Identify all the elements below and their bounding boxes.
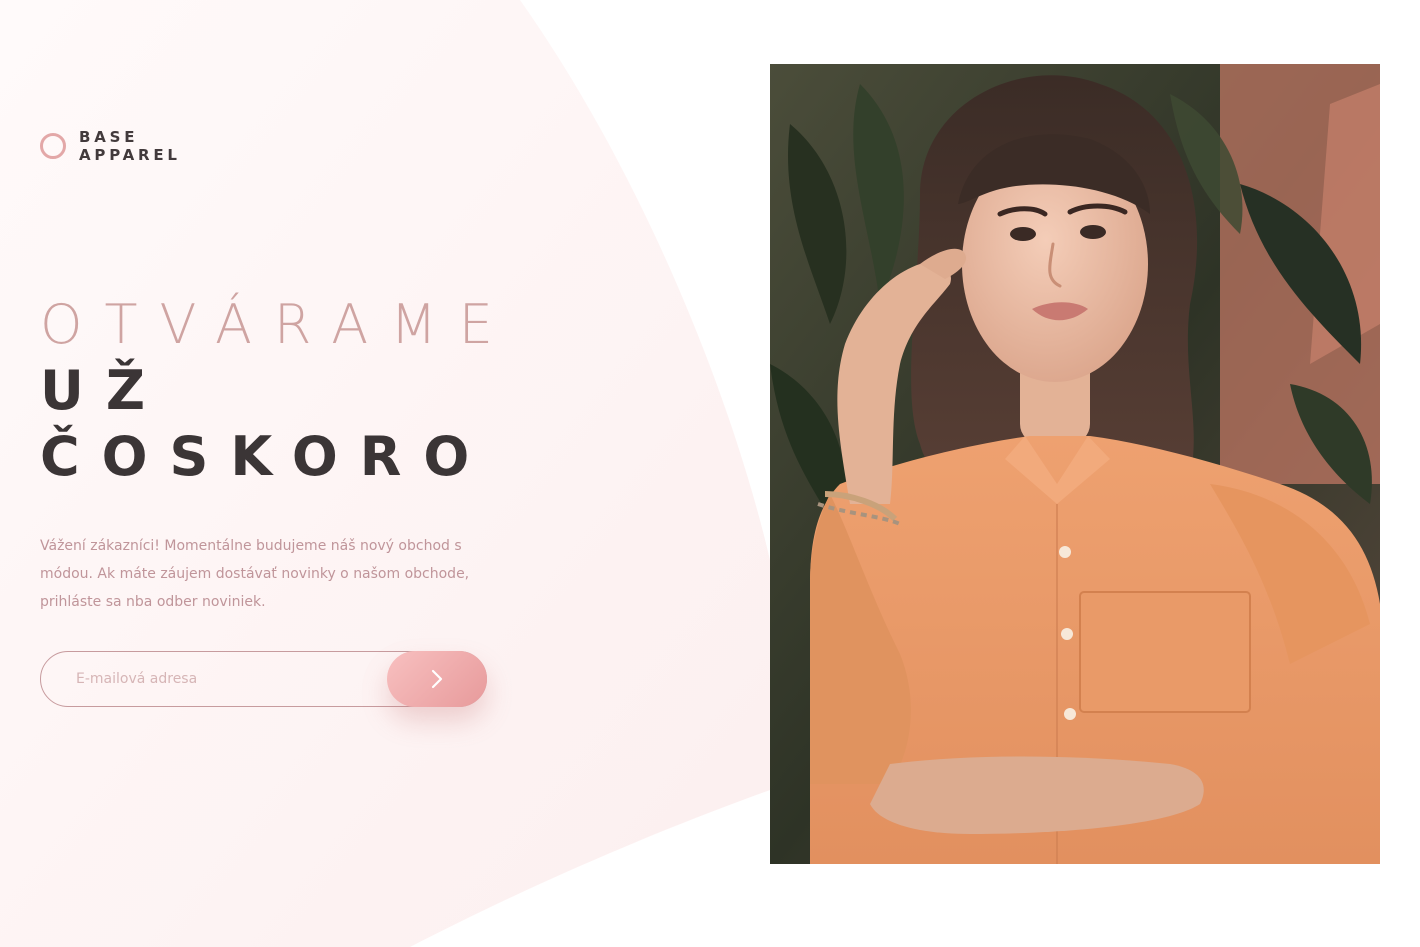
submit-button[interactable] [387, 651, 487, 707]
page-headline: OTVÁRAME UŽ ČOSKORO [40, 292, 515, 490]
chevron-right-icon [431, 669, 443, 689]
headline-line-3: ČOSKORO [40, 425, 492, 488]
brand-name-line-2: APPAREL [79, 146, 181, 164]
logo-ring-icon [40, 133, 66, 159]
headline-line-2: UŽ [40, 359, 168, 422]
headline-line-1: OTVÁRAME [40, 293, 515, 356]
brand-name: BASE APPAREL [79, 128, 181, 164]
woman-in-orange-shirt-photo [770, 64, 1380, 864]
intro-text: Vážení zákazníci! Momentálne budujeme ná… [40, 538, 470, 610]
brand-logo[interactable]: BASE APPAREL [40, 128, 181, 164]
coming-soon-page: BASE APPAREL OTVÁRAME UŽ ČOSKORO Vážení … [0, 0, 1420, 947]
brand-name-line-1: BASE [79, 128, 139, 146]
newsletter-form [40, 651, 487, 707]
hero-image [770, 64, 1380, 864]
